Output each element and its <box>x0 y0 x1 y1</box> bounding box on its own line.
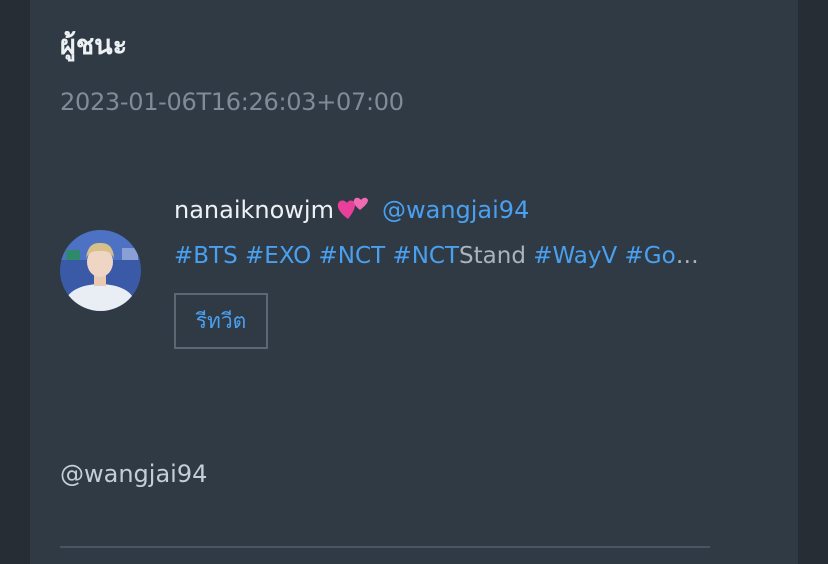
hashtag-link[interactable]: #EXO <box>245 243 311 269</box>
profile-handle[interactable]: @wangjai94 <box>382 196 529 224</box>
avatar-image <box>60 230 141 311</box>
mention-text: @wangjai94 <box>60 460 208 488</box>
post-timestamp: 2023-01-06T16:26:03+07:00 <box>60 88 404 116</box>
hashtag-link[interactable]: #NCT <box>392 243 459 269</box>
hashtag-link[interactable]: #BTS <box>174 243 238 269</box>
avatar[interactable] <box>60 230 141 311</box>
two-hearts-icon <box>336 195 370 231</box>
display-name[interactable]: nanaiknowjm <box>174 196 334 224</box>
post-title: ผู้ชนะ <box>60 30 128 61</box>
retweet-button[interactable]: รีทวีต <box>174 293 268 349</box>
bio-text <box>238 243 245 269</box>
bio-text <box>617 243 624 269</box>
profile-name-row: nanaiknowjm @wangjai94 <box>174 192 529 231</box>
right-scrollbar-area <box>798 0 828 564</box>
bio-text: Stand <box>459 243 526 269</box>
profile-bio: #BTS #EXO #NCT #NCTStand #WayV #Got… <box>174 238 699 274</box>
bio-text <box>311 243 318 269</box>
left-margin <box>0 0 30 564</box>
divider <box>60 546 710 548</box>
hashtag-link[interactable]: #NCT <box>319 243 386 269</box>
hashtag-link[interactable]: #Got… <box>625 243 699 269</box>
hashtag-link[interactable]: #WayV <box>533 243 617 269</box>
